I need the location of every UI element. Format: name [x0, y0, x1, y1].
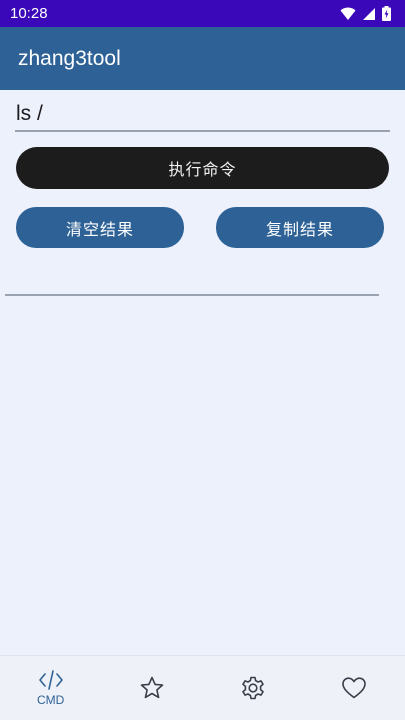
nav-item-cmd[interactable]: CMD	[0, 656, 101, 720]
signal-icon	[362, 7, 376, 21]
execute-command-button[interactable]: 执行命令	[16, 147, 389, 189]
wifi-icon	[340, 7, 356, 21]
command-input-field	[15, 98, 390, 132]
bottom-navigation: CMD	[0, 655, 405, 720]
nav-item-like[interactable]	[304, 656, 405, 720]
nav-item-settings[interactable]	[203, 656, 304, 720]
nav-item-favorites[interactable]	[101, 656, 202, 720]
clear-result-button[interactable]: 清空结果	[16, 207, 184, 248]
status-icons	[340, 6, 391, 21]
command-input[interactable]	[15, 98, 390, 130]
copy-result-button[interactable]: 复制结果	[216, 207, 384, 248]
result-divider	[5, 294, 379, 296]
code-icon	[38, 669, 64, 691]
star-icon	[139, 675, 165, 701]
battery-icon	[382, 6, 391, 21]
settings-icon	[240, 675, 266, 701]
status-time: 10:28	[10, 5, 48, 22]
heart-icon	[341, 676, 367, 700]
app-title: zhang3tool	[18, 46, 121, 70]
nav-item-label: CMD	[36, 693, 65, 707]
status-bar: 10:28	[0, 0, 405, 27]
app-bar: zhang3tool	[0, 27, 405, 90]
